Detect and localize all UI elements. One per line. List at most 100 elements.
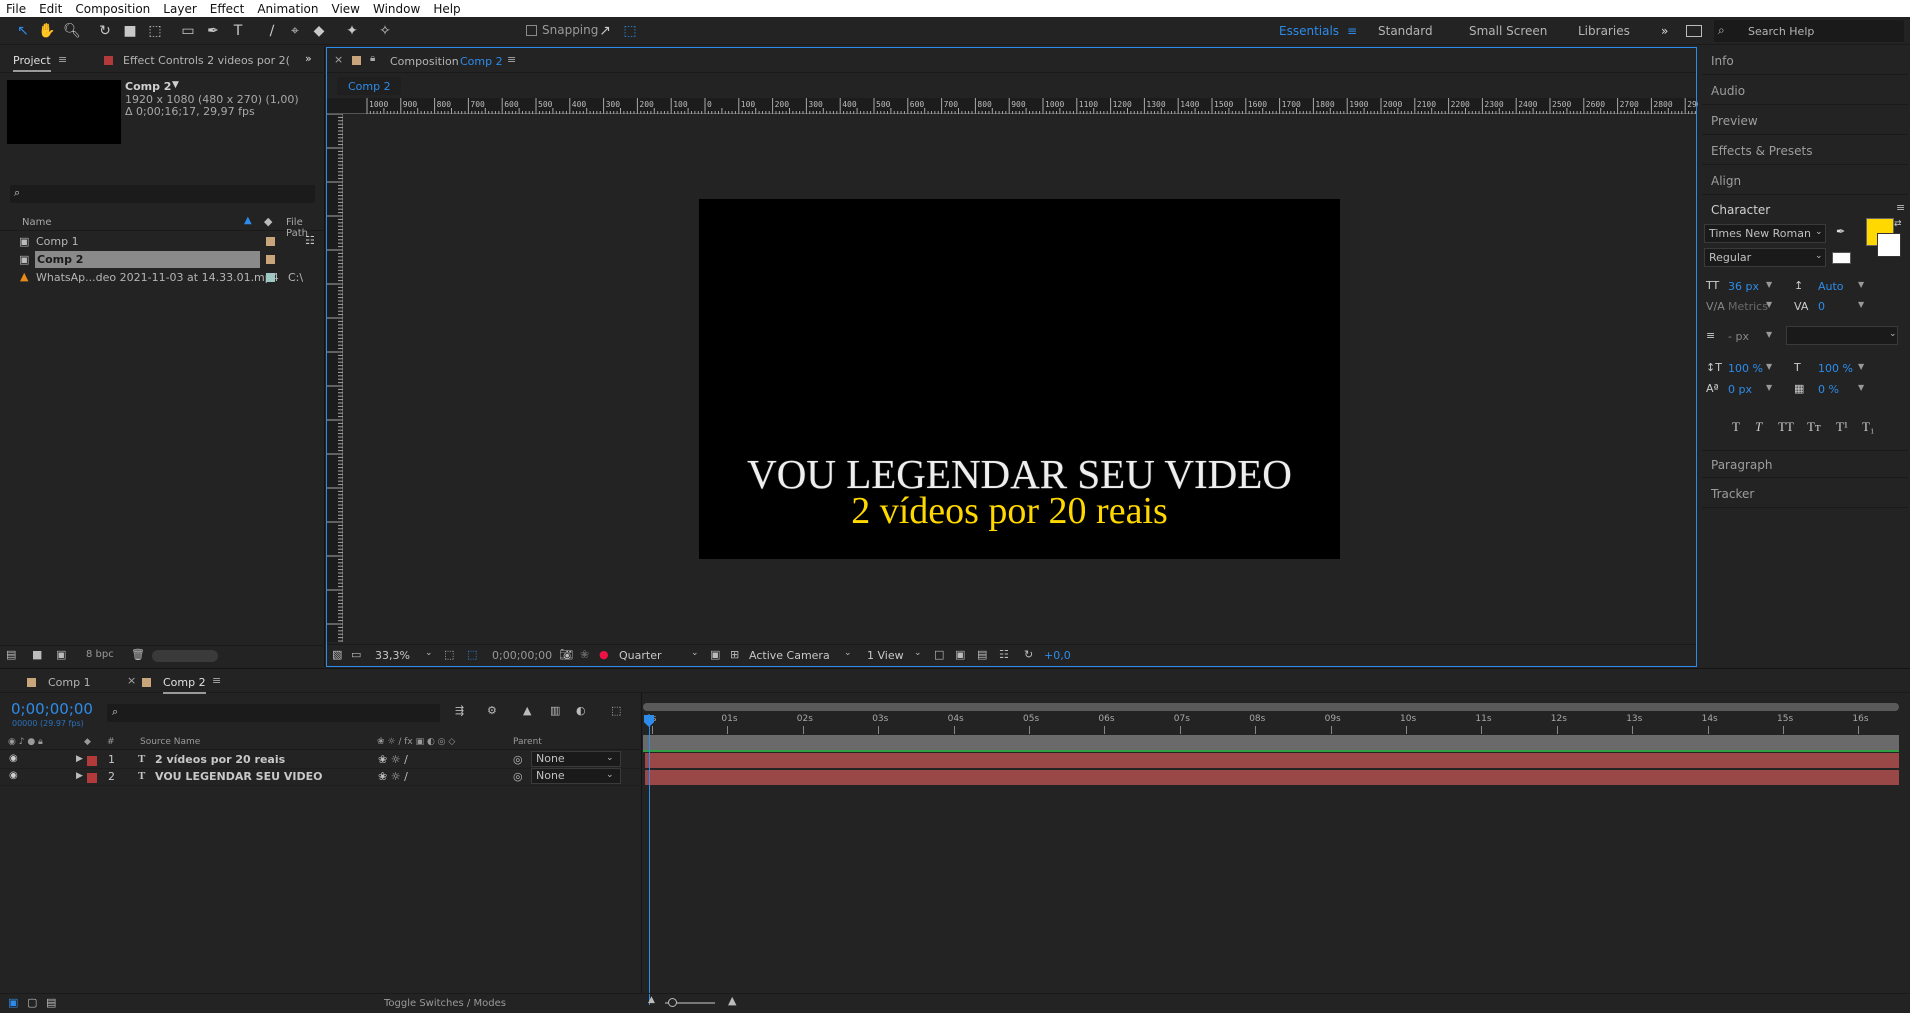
section-effects-presets[interactable]: Effects & Presets — [1702, 137, 1908, 165]
monitor-icon[interactable]: ▭ — [351, 648, 361, 661]
view-layout-dropdown[interactable]: 1 View — [867, 649, 904, 662]
faux-bold-button[interactable]: T — [1732, 419, 1740, 435]
chevron-down-icon[interactable]: ⌄ — [914, 648, 922, 658]
snap-edges-icon[interactable]: ↗ — [595, 21, 615, 41]
fast-previews-icon[interactable]: ▣ — [710, 648, 720, 661]
section-paragraph[interactable]: Paragraph — [1702, 450, 1908, 478]
chevron-down-icon[interactable]: ▼ — [1766, 280, 1772, 289]
layer-row[interactable]: ◉ ▶ 1 T 2 vídeos por 20 reais ❀ ☼ ∕ ◎ No… — [0, 751, 640, 769]
roto-brush-tool-icon[interactable]: ✦ — [342, 21, 362, 41]
menu-window[interactable]: Window — [373, 2, 420, 16]
more-tabs-icon[interactable]: » — [305, 52, 312, 65]
menu-composition[interactable]: Composition — [75, 2, 150, 16]
snap-features-icon[interactable]: ⬚ — [620, 21, 640, 41]
pan-behind-tool-icon[interactable]: ⬚ — [145, 21, 165, 41]
tab-composition-prefix[interactable]: Composition — [390, 55, 459, 68]
composition-canvas[interactable]: VOU LEGENDAR SEU VIDEO 2 vídeos por 20 r… — [699, 199, 1340, 559]
camera-dropdown[interactable]: Active Camera — [749, 649, 830, 662]
layer-bar-2[interactable] — [645, 770, 1899, 785]
section-preview[interactable]: Preview — [1702, 107, 1908, 135]
baseline-shift-value[interactable]: 0 px — [1728, 383, 1752, 396]
fit-to-frame-icon[interactable]: ⬚ — [444, 648, 454, 661]
rectangle-tool-icon[interactable]: ▭ — [178, 21, 198, 41]
workspace-menu-icon[interactable]: ≡ — [1347, 24, 1357, 38]
interpret-footage-icon[interactable]: ▤ — [6, 648, 16, 661]
selection-tool-icon[interactable]: ↖ — [13, 21, 33, 41]
caption-line-2[interactable]: 2 vídeos por 20 reais — [689, 489, 1330, 533]
chevron-down-icon[interactable]: ⌄ — [691, 648, 699, 658]
timeline-icon[interactable]: ▤ — [977, 648, 987, 661]
chevron-down-icon[interactable]: ▼ — [1766, 330, 1772, 339]
chevron-down-icon[interactable]: ▼ — [1766, 383, 1772, 392]
rotate-tool-icon[interactable]: ↻ — [95, 21, 115, 41]
transparency-grid-icon[interactable]: ⊞ — [730, 648, 739, 661]
expand-duration-icon[interactable]: ▤ — [46, 996, 56, 1009]
close-tab-icon[interactable]: × — [334, 53, 343, 66]
layer-row[interactable]: ◉ ▶ 2 T VOU LEGENDAR SEU VIDEO ❀ ☼ ∕ ◎ N… — [0, 768, 640, 786]
expand-modes-icon[interactable]: ▢ — [27, 996, 37, 1009]
puppet-pin-tool-icon[interactable]: ✧ — [375, 21, 395, 41]
trash-icon[interactable]: 🗑︎ — [131, 648, 145, 661]
search-help-box[interactable]: ⌕ Search Help — [1714, 20, 1904, 42]
chevron-down-icon[interactable]: ▼ — [1766, 362, 1772, 371]
toggle-switches-modes[interactable]: Toggle Switches / Modes — [384, 998, 506, 1009]
project-search-input[interactable]: ⌕ — [10, 185, 315, 203]
label-tag-icon[interactable]: ◆ — [264, 215, 272, 228]
search-help-toggle-icon[interactable] — [1686, 25, 1702, 37]
comp-info-dropdown-icon[interactable]: ▼ — [172, 80, 179, 90]
small-caps-button[interactable]: Tт — [1807, 419, 1821, 435]
hand-tool-icon[interactable]: ✋ — [37, 21, 57, 41]
zoom-tool-icon[interactable]: 🔍︎ — [62, 21, 82, 41]
chevron-down-icon[interactable]: ▼ — [1858, 383, 1864, 392]
layer-label-color[interactable] — [87, 773, 97, 783]
visibility-eye-icon[interactable]: ◉ — [9, 753, 18, 764]
flowchart-icon[interactable]: ☷ — [305, 234, 315, 247]
more-workspaces-icon[interactable]: » — [1661, 24, 1668, 38]
leading-value[interactable]: Auto — [1818, 280, 1844, 293]
lock-icon[interactable]: 🔒︎ — [370, 53, 375, 64]
horizontal-scale-value[interactable]: 100 % — [1818, 362, 1853, 375]
snapping-checkbox[interactable] — [526, 25, 537, 36]
tab-effect-controls[interactable]: Effect Controls 2 videos por 2( — [123, 54, 290, 67]
visibility-eye-icon[interactable]: ◉ — [9, 770, 18, 781]
menu-effect[interactable]: Effect — [210, 2, 245, 16]
show-snapshot-icon[interactable]: ❀ — [580, 648, 589, 661]
expand-arrow-icon[interactable]: ▶ — [76, 771, 83, 781]
font-family-dropdown[interactable]: Times New Roman — [1704, 224, 1826, 243]
tsume-value[interactable]: 0 % — [1818, 383, 1839, 396]
menu-file[interactable]: File — [6, 2, 26, 16]
always-preview-icon[interactable]: ▧ — [332, 648, 342, 661]
character-menu-icon[interactable]: ≡ — [1896, 201, 1905, 214]
zoom-dropdown[interactable]: 33,3% — [375, 649, 410, 662]
project-item-comp1[interactable]: ▣ Comp 1 ☷ — [0, 233, 325, 250]
font-style-dropdown[interactable]: Regular — [1704, 248, 1826, 267]
zoom-out-icon[interactable]: ▲ — [648, 995, 655, 1005]
channel-rgb-icon[interactable]: ● — [599, 648, 609, 661]
faux-italic-button[interactable]: T — [1755, 419, 1762, 435]
layer-label-color[interactable] — [87, 756, 97, 766]
camera-tool-icon[interactable]: ■ — [120, 21, 140, 41]
chevron-down-icon[interactable]: ▼ — [1858, 280, 1864, 289]
chevron-down-icon[interactable]: ⌄ — [844, 648, 852, 658]
project-menu-icon[interactable]: ≡ — [58, 53, 67, 66]
sort-ascending-icon[interactable]: ▲ — [244, 215, 252, 226]
expand-arrow-icon[interactable]: ▶ — [76, 754, 83, 764]
tab-composition-name[interactable]: Comp 2 — [460, 55, 503, 68]
reset-exposure-icon[interactable]: ↻ — [1024, 648, 1033, 661]
new-composition-icon[interactable]: ▣ — [56, 648, 66, 661]
toggle-pixel-aspect-icon[interactable]: □ — [934, 648, 944, 661]
stroke-style-dropdown[interactable] — [1786, 326, 1898, 345]
expand-layer-switches-icon[interactable]: ▣ — [8, 996, 18, 1009]
font-size-value[interactable]: 36 px — [1728, 280, 1759, 293]
menu-layer[interactable]: Layer — [163, 2, 196, 16]
section-info[interactable]: Info — [1702, 47, 1908, 75]
thumbnail-size-slider[interactable] — [152, 650, 218, 662]
render-icon[interactable]: ▣ — [955, 648, 965, 661]
new-folder-icon[interactable]: ■ — [32, 648, 42, 661]
exposure-value[interactable]: +0,0 — [1044, 649, 1071, 662]
resolution-dropdown[interactable]: Quarter — [619, 649, 662, 662]
superscript-button[interactable]: T¹ — [1836, 419, 1848, 435]
layer-bar-1[interactable] — [645, 753, 1899, 768]
col-name-header[interactable]: Name — [22, 217, 52, 228]
stroke-width-value[interactable]: - px — [1728, 330, 1749, 343]
